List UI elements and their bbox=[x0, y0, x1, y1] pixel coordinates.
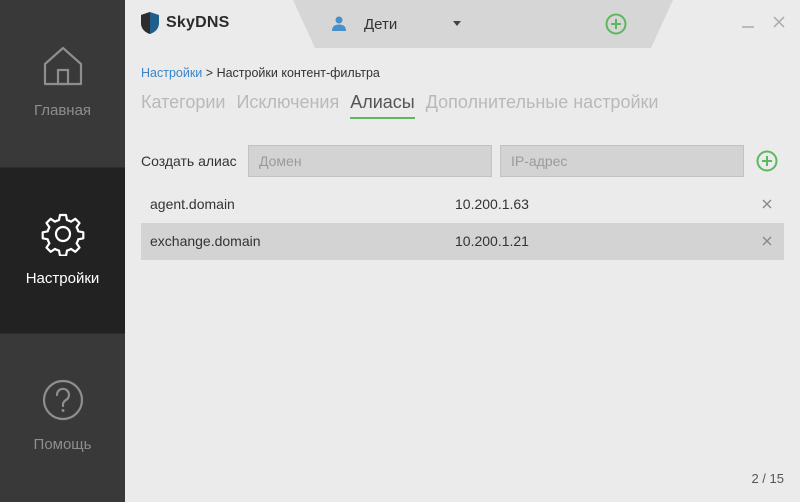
breadcrumb-link-settings[interactable]: Настройки bbox=[141, 66, 202, 80]
minimize-icon[interactable] bbox=[740, 14, 756, 30]
ip-address-input[interactable] bbox=[500, 145, 744, 177]
sidebar-item-settings[interactable]: Настройки bbox=[0, 167, 125, 334]
tab-aliases[interactable]: Алиасы bbox=[350, 92, 415, 119]
tab-advanced-settings[interactable]: Дополнительные настройки bbox=[426, 92, 659, 119]
alias-domain: exchange.domain bbox=[150, 233, 261, 249]
breadcrumb: Настройки > Настройки контент-фильтра bbox=[141, 66, 380, 80]
user-icon bbox=[332, 16, 346, 31]
app-logo: SkyDNS bbox=[140, 11, 229, 35]
sidebar-item-label: Главная bbox=[33, 102, 92, 119]
alias-ip: 10.200.1.21 bbox=[455, 233, 529, 249]
create-alias-label: Создать алиас bbox=[141, 153, 237, 169]
sidebar-item-help[interactable]: Помощь bbox=[0, 334, 125, 501]
domain-input[interactable] bbox=[248, 145, 492, 177]
sidebar-item-label: Помощь bbox=[33, 436, 92, 453]
breadcrumb-separator: > bbox=[205, 66, 214, 80]
sidebar: Главная Настройки Помощь bbox=[0, 0, 125, 502]
breadcrumb-current: Настройки контент-фильтра bbox=[216, 66, 380, 80]
delete-icon[interactable] bbox=[761, 198, 773, 210]
tab-categories[interactable]: Категории bbox=[141, 92, 225, 119]
shield-icon bbox=[141, 12, 159, 34]
gear-icon bbox=[41, 213, 84, 256]
add-profile-icon[interactable] bbox=[605, 13, 627, 35]
settings-tabs: Категории Исключения Алиасы Дополнительн… bbox=[141, 92, 669, 119]
chevron-down-icon[interactable] bbox=[453, 21, 461, 26]
sidebar-item-label: Настройки bbox=[25, 270, 100, 287]
close-icon[interactable] bbox=[771, 14, 787, 30]
tab-exceptions[interactable]: Исключения bbox=[236, 92, 339, 119]
alias-row[interactable]: exchange.domain 10.200.1.21 bbox=[141, 223, 784, 260]
home-icon bbox=[43, 46, 82, 86]
delete-icon[interactable] bbox=[761, 235, 773, 247]
alias-ip: 10.200.1.63 bbox=[455, 196, 529, 212]
alias-row[interactable]: agent.domain 10.200.1.63 bbox=[141, 186, 784, 223]
sidebar-item-home[interactable]: Главная bbox=[0, 0, 125, 167]
alias-domain: agent.domain bbox=[150, 196, 235, 212]
add-alias-icon[interactable] bbox=[756, 150, 778, 172]
help-icon bbox=[42, 379, 83, 421]
profile-name: Дети bbox=[364, 16, 398, 33]
title-bar: SkyDNS Дети bbox=[125, 0, 800, 48]
page-indicator: 2 / 15 bbox=[751, 471, 784, 486]
profile-selector[interactable]: Дети bbox=[293, 0, 673, 48]
app-name: SkyDNS bbox=[166, 14, 230, 31]
